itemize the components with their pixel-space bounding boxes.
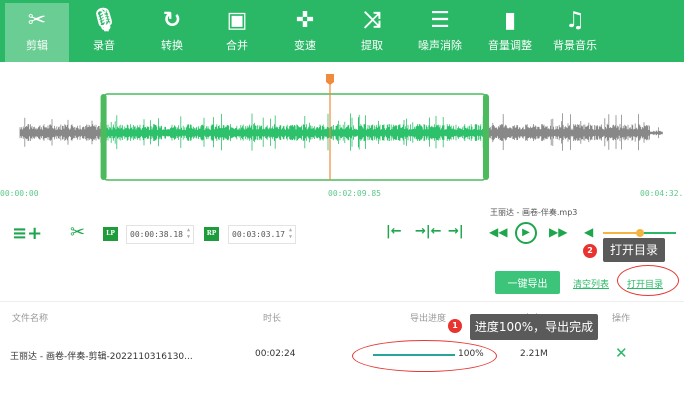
lp-time-value: 00:00:38.18 [130, 230, 183, 239]
volume-bars-icon: ▮ [503, 8, 517, 33]
add-to-list-icon[interactable]: ≡+ [12, 223, 42, 244]
cut-icon[interactable]: ✂ [70, 222, 85, 243]
speed-icon: ✜ [295, 8, 315, 33]
rewind-icon[interactable]: ◀◀ [489, 225, 507, 239]
row-duration: 00:02:24 [255, 349, 296, 359]
delete-icon[interactable]: ✕ [615, 344, 628, 362]
toolbar-item-label: 音量调整 [488, 39, 532, 52]
toolbar-item-0[interactable]: ✂ 剪辑 [5, 3, 69, 62]
clear-list-link[interactable]: 清空列表 [573, 277, 609, 290]
lp-badge: LP [103, 227, 118, 241]
toolbar-item-1[interactable]: 🎙 录音 [72, 3, 136, 62]
toolbar-item-label: 合并 [226, 39, 248, 52]
noise-icon: ☰ [430, 8, 450, 33]
progress-tooltip: 进度100%，导出完成 [470, 314, 598, 340]
annotation-ellipse-open-dir [617, 265, 679, 296]
playhead-marker[interactable] [326, 74, 334, 85]
toolbar-item-label: 变速 [294, 39, 316, 52]
toolbar-item-2[interactable]: ↻ 转换 [140, 3, 204, 62]
toolbar-item-label: 噪声消除 [418, 39, 462, 52]
rp-badge: RP [204, 227, 219, 241]
row-size: 2.21M [520, 349, 548, 359]
toolbar-item-8[interactable]: ♫ 背景音乐 [543, 3, 607, 62]
toolbar-item-7[interactable]: ▮ 音量调整 [478, 3, 542, 62]
header-actions: 操作 [612, 314, 631, 324]
toolbar-item-5[interactable]: ⤨ 提取 [340, 3, 404, 62]
lp-time-input[interactable]: 00:00:38.18 ▲ ▼ [126, 225, 194, 244]
main-toolbar: ✂ 剪辑 🎙 录音 ↻ 转换 ▣ 合并 ✜ 变速 ⤨ 提取 ☰ 噪声消除 ▮ 音量调整 ♫ 背景音乐 [0, 0, 684, 62]
annotation-ellipse-progress [352, 340, 497, 372]
fast-forward-icon[interactable]: ▶▶ [549, 225, 567, 239]
toolbar-item-4[interactable]: ✜ 变速 [273, 3, 337, 62]
row-file-name: 王丽达 - 画卷-伴奏-剪辑-2022110316130... [10, 352, 193, 362]
spinner-icon[interactable]: ▲ ▼ [289, 227, 292, 241]
scissors-icon: ✂ [27, 8, 47, 33]
jump-start-icon[interactable]: |← [386, 224, 402, 239]
annotation-number-1: 1 [448, 319, 462, 333]
selection-left-handle[interactable] [100, 94, 107, 180]
volume-slider[interactable] [603, 229, 676, 237]
time-end: 00:04:32.5 [640, 189, 684, 198]
export-all-button[interactable]: 一键导出 [495, 271, 560, 294]
convert-icon: ↻ [162, 8, 182, 33]
time-start: 00:00:00 [0, 189, 39, 198]
toolbar-item-6[interactable]: ☰ 噪声消除 [408, 3, 472, 62]
toolbar-item-label: 剪辑 [26, 39, 48, 52]
toolbar-item-label: 提取 [361, 39, 383, 52]
rp-time-value: 00:03:03.17 [232, 230, 285, 239]
microphone-icon: 🎙 [90, 8, 118, 33]
music-icon: ♫ [565, 8, 585, 33]
toolbar-item-label: 转换 [161, 39, 183, 52]
spinner-icon[interactable]: ▲ ▼ [187, 227, 190, 241]
divider [0, 301, 684, 302]
toolbar-item-3[interactable]: ▣ 合并 [205, 3, 269, 62]
selection-right-handle[interactable] [483, 94, 489, 180]
volume-knob[interactable] [635, 229, 644, 237]
current-file-name: 王丽达 - 画卷-伴奏.mp3 [490, 208, 578, 217]
waveform-selected [103, 113, 486, 151]
time-cursor: 00:02:09.85 [328, 189, 381, 198]
jump-center-icon[interactable]: →|← [415, 224, 442, 239]
header-file-name: 文件名称 [12, 314, 49, 324]
annotation-number-2: 2 [583, 244, 597, 258]
volume-icon[interactable]: ◀ [584, 225, 593, 239]
extract-icon: ⤨ [363, 8, 381, 33]
header-duration: 时长 [263, 314, 282, 324]
merge-icon: ▣ [226, 8, 248, 33]
header-progress: 导出进度 [410, 314, 447, 324]
jump-end-icon[interactable]: →| [448, 224, 464, 239]
play-button[interactable]: ▶ [515, 222, 537, 244]
toolbar-item-label: 背景音乐 [553, 39, 597, 52]
waveform[interactable] [0, 68, 684, 188]
rp-time-input[interactable]: 00:03:03.17 ▲ ▼ [228, 225, 296, 244]
toolbar-item-label: 录音 [93, 39, 115, 52]
open-dir-tooltip: 打开目录 [603, 238, 665, 262]
